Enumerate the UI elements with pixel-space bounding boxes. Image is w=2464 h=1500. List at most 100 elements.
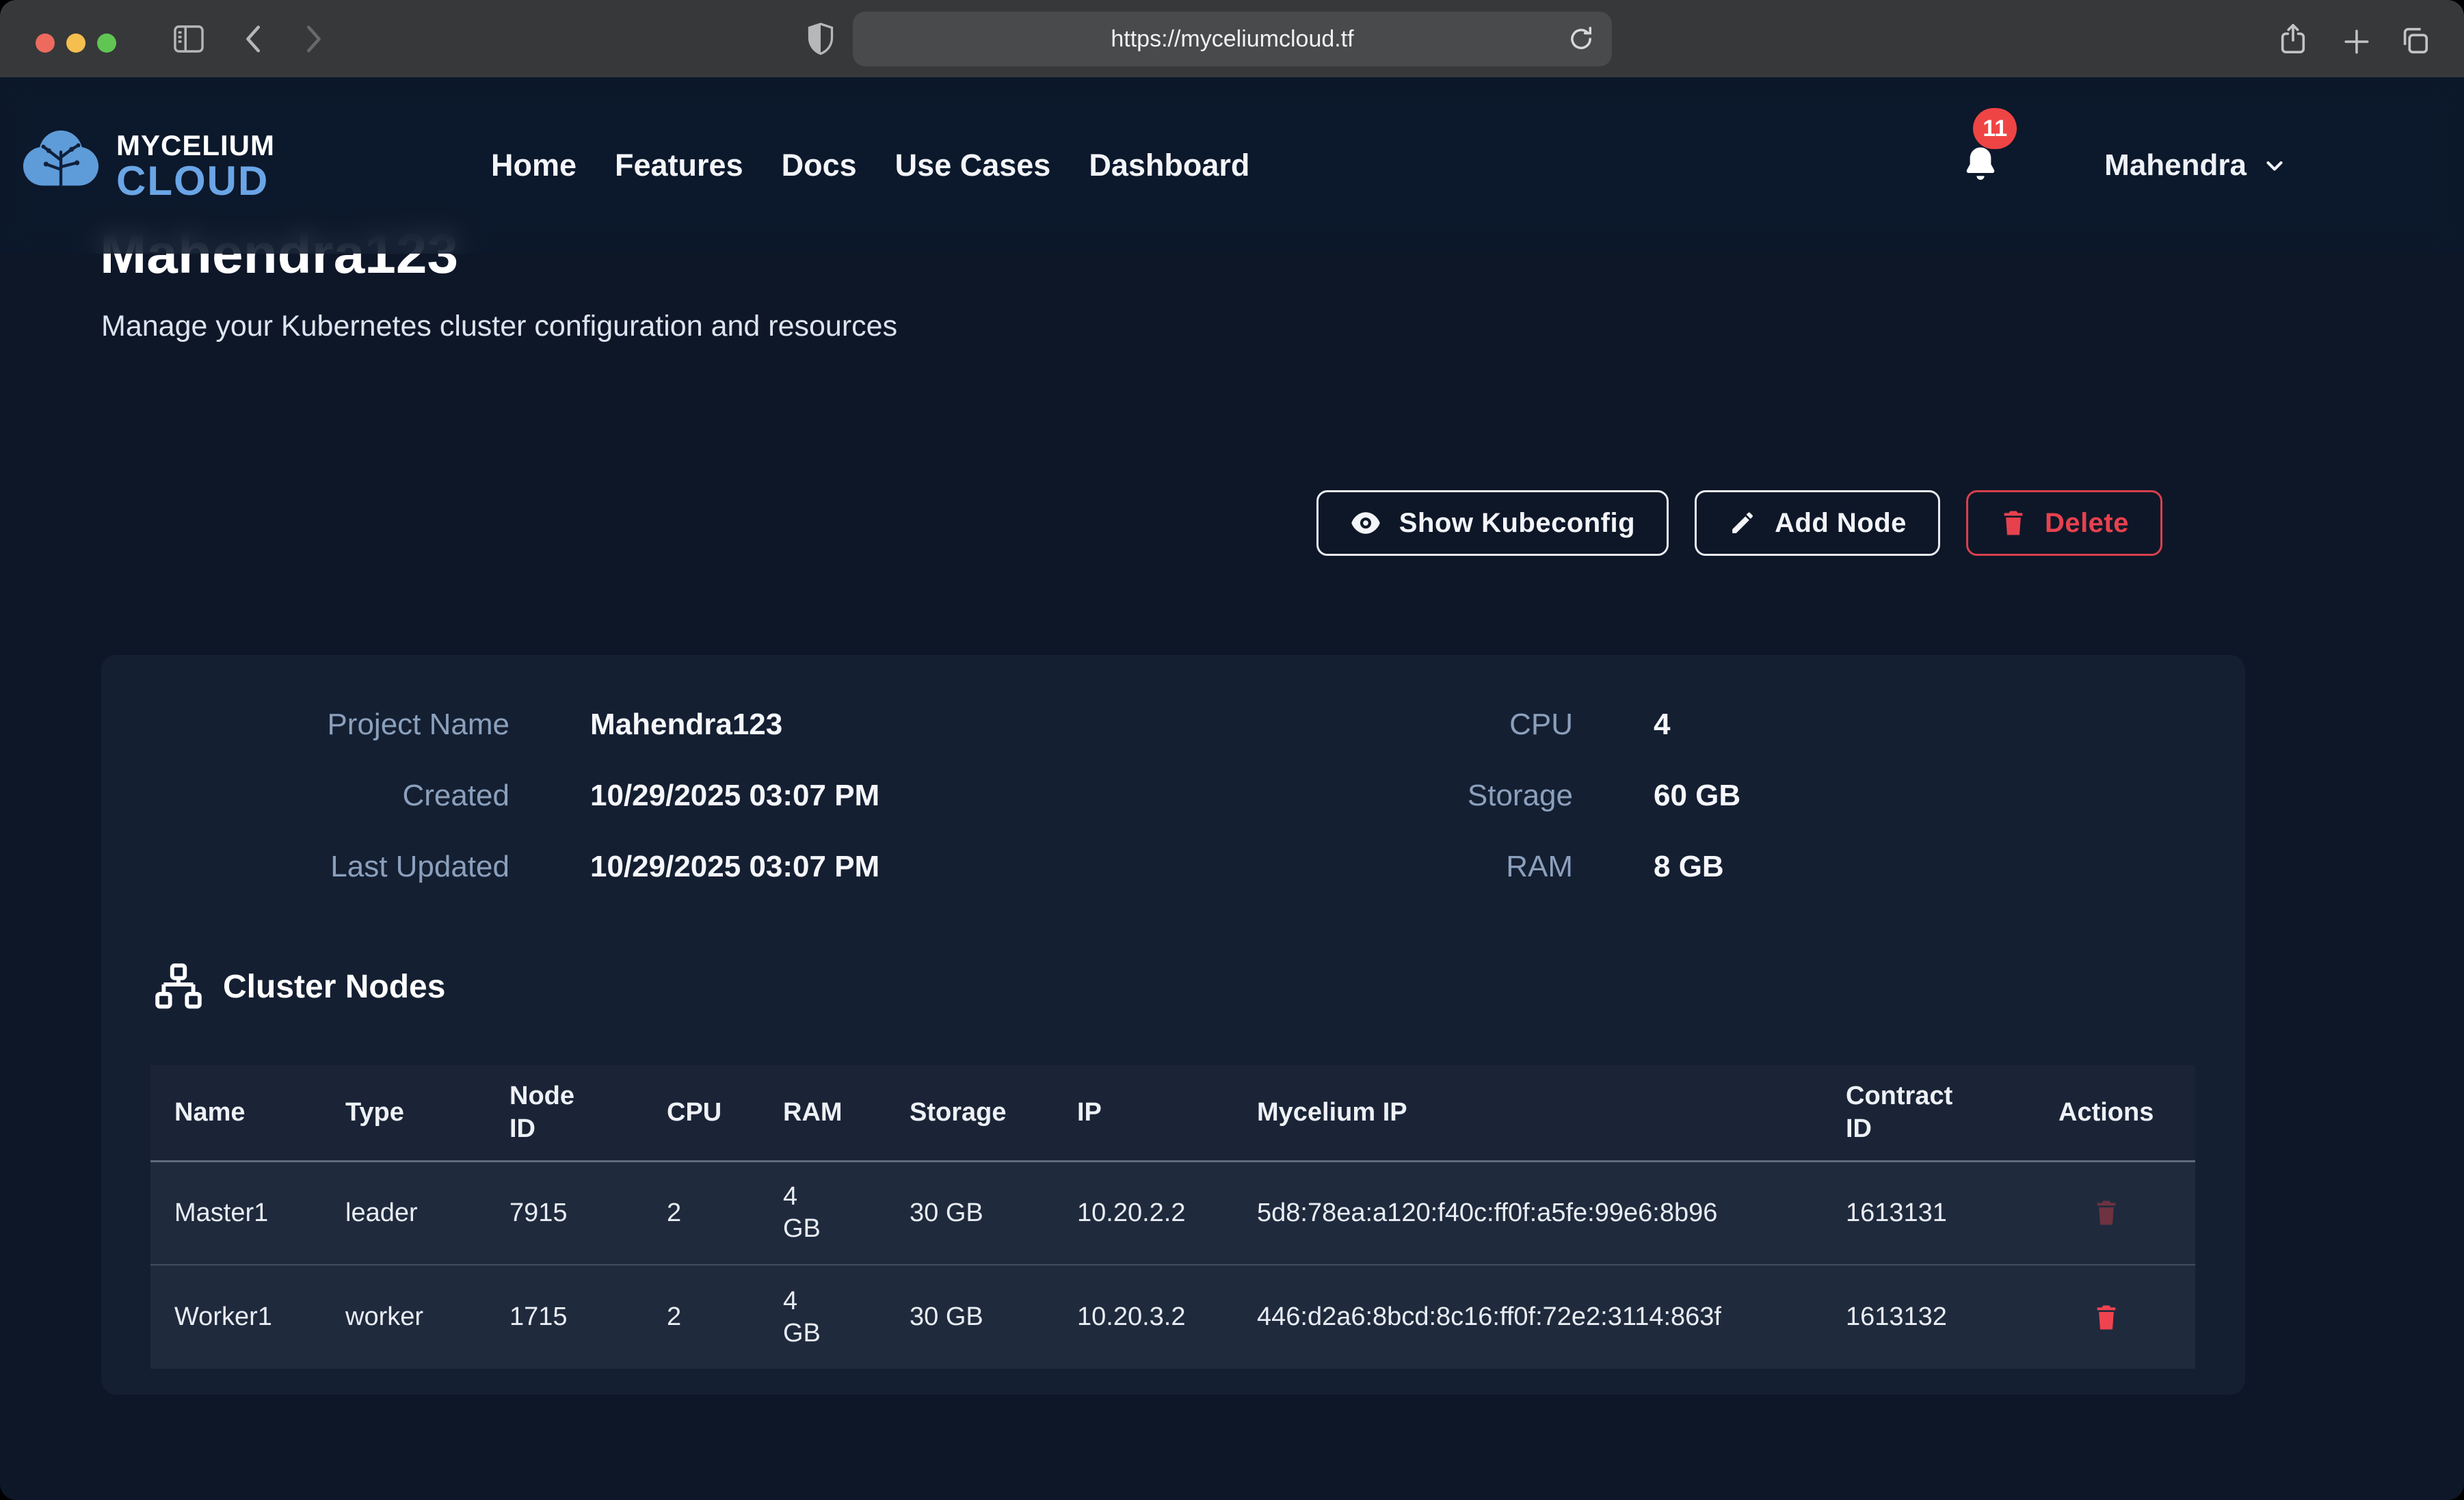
info-row-last-updated: Last Updated 10/29/2025 03:07 PM	[101, 831, 879, 902]
cell-name: Worker1	[150, 1265, 345, 1369]
traffic-lights	[36, 34, 116, 53]
info-row-created: Created 10/29/2025 03:07 PM	[101, 760, 879, 831]
show-kubeconfig-label: Show Kubeconfig	[1399, 508, 1635, 539]
forward-icon[interactable]	[299, 23, 326, 55]
page-subtitle: Manage your Kubernetes cluster configura…	[101, 310, 897, 343]
cell-mycelium-ip: 5d8:78ea:a120:f40c:ff0f:a5fe:99e6:8b96	[1257, 1161, 1846, 1265]
chevron-down-icon	[2262, 152, 2288, 178]
address-bar[interactable]: https://myceliumcloud.tf	[853, 12, 1612, 66]
add-node-label: Add Node	[1775, 508, 1907, 539]
project-info-right: CPU 4 Storage 60 GB RAM 8 GB	[1161, 689, 1740, 902]
delete-node-icon[interactable]	[2093, 1302, 2120, 1333]
nav-link-home[interactable]: Home	[491, 148, 577, 183]
col-storage: Storage	[910, 1065, 1077, 1161]
delete-cluster-button[interactable]: Delete	[1966, 490, 2162, 556]
table-row-master1: Master1 leader 7915 2 4 GB 30 GB 10.20.2…	[150, 1161, 2195, 1265]
info-row-cpu: CPU 4	[1161, 689, 1740, 760]
col-actions: Actions	[2058, 1065, 2195, 1161]
brand-logo[interactable]: MYCELIUM CLOUD	[19, 125, 275, 206]
ram-value: 8 GB	[1654, 850, 1724, 884]
cluster-nodes-title: Cluster Nodes	[223, 968, 445, 1006]
bell-icon	[1959, 144, 2002, 187]
page-content: Mahendra123 Manage your Kubernetes clust…	[0, 77, 2464, 1500]
last-updated-value: 10/29/2025 03:07 PM	[590, 850, 879, 884]
cell-cpu: 2	[667, 1161, 783, 1265]
cell-actions	[2058, 1265, 2195, 1369]
col-type: Type	[345, 1065, 509, 1161]
cpu-value: 4	[1654, 708, 1670, 742]
info-row-storage: Storage 60 GB	[1161, 760, 1740, 831]
new-tab-icon[interactable]	[2342, 27, 2371, 56]
cell-ram: 4 GB	[783, 1265, 910, 1369]
created-label: Created	[101, 779, 509, 813]
eye-icon	[1350, 509, 1381, 537]
cell-contract-id: 1613131	[1846, 1161, 2058, 1265]
network-icon	[153, 961, 204, 1012]
browser-chrome: https://myceliumcloud.tf	[0, 0, 2464, 77]
cell-storage: 30 GB	[910, 1265, 1077, 1369]
info-row-project-name: Project Name Mahendra123	[101, 689, 879, 760]
share-icon[interactable]	[2277, 22, 2309, 56]
col-cpu: CPU	[667, 1065, 783, 1161]
shield-icon[interactable]	[806, 22, 836, 56]
brand-text: MYCELIUM CLOUD	[116, 130, 275, 201]
notifications-button[interactable]: 11	[1959, 144, 2002, 187]
col-name: Name	[150, 1065, 345, 1161]
project-name-value: Mahendra123	[590, 708, 782, 742]
table-row-worker1: Worker1 worker 1715 2 4 GB 30 GB 10.20.3…	[150, 1265, 2195, 1369]
storage-label: Storage	[1161, 779, 1573, 813]
ram-label: RAM	[1161, 850, 1573, 884]
pencil-icon	[1728, 509, 1757, 537]
zoom-window-button[interactable]	[97, 34, 116, 53]
cell-node-id: 1715	[509, 1265, 667, 1369]
nav-link-dashboard[interactable]: Dashboard	[1089, 148, 1249, 183]
minimize-window-button[interactable]	[66, 34, 85, 53]
cell-node-id: 7915	[509, 1161, 667, 1265]
reload-icon[interactable]	[1567, 25, 1595, 53]
cell-mycelium-ip: 446:d2a6:8bcd:8c16:ff0f:72e2:3114:863f	[1257, 1265, 1846, 1369]
info-row-ram: RAM 8 GB	[1161, 831, 1740, 902]
nav-link-docs[interactable]: Docs	[782, 148, 857, 183]
close-window-button[interactable]	[36, 34, 55, 53]
cluster-nodes-table: Name Type Node ID CPU RAM Storage IP Myc…	[150, 1065, 2195, 1369]
project-card: Project Name Mahendra123 Created 10/29/2…	[101, 655, 2245, 1395]
nav-link-use-cases[interactable]: Use Cases	[895, 148, 1051, 183]
last-updated-label: Last Updated	[101, 850, 509, 884]
site-navbar: MYCELIUM CLOUD Home Features Docs Use Ca…	[0, 77, 2464, 254]
cell-name: Master1	[150, 1161, 345, 1265]
show-kubeconfig-button[interactable]: Show Kubeconfig	[1316, 490, 1669, 556]
cell-contract-id: 1613132	[1846, 1265, 2058, 1369]
col-node-id: Node ID	[509, 1065, 667, 1161]
cluster-nodes-heading: Cluster Nodes	[153, 961, 445, 1012]
sidebar-icon[interactable]	[173, 25, 204, 53]
cell-ip: 10.20.2.2	[1077, 1161, 1257, 1265]
cell-cpu: 2	[667, 1265, 783, 1369]
cell-actions	[2058, 1161, 2195, 1265]
col-mycelium-ip: Mycelium IP	[1257, 1065, 1846, 1161]
cell-type: worker	[345, 1265, 509, 1369]
cell-ram: 4 GB	[783, 1161, 910, 1265]
storage-value: 60 GB	[1654, 779, 1740, 813]
cell-type: leader	[345, 1161, 509, 1265]
project-name-label: Project Name	[101, 708, 509, 742]
created-value: 10/29/2025 03:07 PM	[590, 779, 879, 813]
col-contract-id: Contract ID	[1846, 1065, 2058, 1161]
notification-badge: 11	[1973, 108, 2017, 149]
col-ram: RAM	[783, 1065, 910, 1161]
back-icon[interactable]	[241, 23, 268, 55]
brand-line2: CLOUD	[116, 161, 275, 201]
delete-node-icon[interactable]	[2093, 1197, 2120, 1229]
cell-storage: 30 GB	[910, 1161, 1077, 1265]
brand-line1: MYCELIUM	[116, 130, 275, 161]
delete-label: Delete	[2045, 508, 2129, 539]
user-menu[interactable]: Mahendra	[2104, 148, 2288, 183]
nav-link-features[interactable]: Features	[615, 148, 743, 183]
project-info-left: Project Name Mahendra123 Created 10/29/2…	[101, 689, 879, 902]
tab-overview-icon[interactable]	[2399, 25, 2430, 56]
url-text: https://myceliumcloud.tf	[1111, 26, 1353, 53]
user-name: Mahendra	[2104, 148, 2247, 183]
cpu-label: CPU	[1161, 708, 1573, 742]
cell-ip: 10.20.3.2	[1077, 1265, 1257, 1369]
cluster-actions: Show Kubeconfig Add Node Delete	[1316, 490, 2162, 556]
add-node-button[interactable]: Add Node	[1695, 490, 1940, 556]
